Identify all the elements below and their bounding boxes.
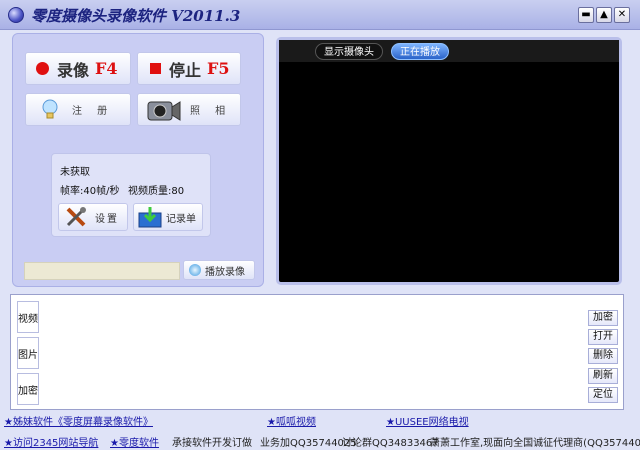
link-guagua-video[interactable]: ★呱呱视频	[267, 413, 316, 428]
side-tab-encrypt[interactable]: 加密	[17, 373, 39, 405]
tab-show-camera[interactable]: 显示摄像头	[315, 43, 383, 60]
locate-button[interactable]: 定位	[588, 387, 618, 403]
record-key-label: F4	[95, 59, 118, 78]
link-uusee[interactable]: ★UUSEE网络电视	[386, 413, 469, 428]
download-icon	[138, 207, 162, 228]
app-logo-icon	[8, 7, 24, 23]
stop-key-label: F5	[207, 59, 230, 78]
play-icon	[189, 264, 201, 276]
link-sister-software[interactable]: ★姊妹软件《零度屏幕录像软件》	[4, 413, 153, 428]
stop-icon	[150, 63, 161, 74]
minimize-button[interactable]: ▬	[578, 7, 594, 23]
link-lingdu-software[interactable]: ★零度软件	[110, 434, 159, 449]
delete-button[interactable]: 删除	[588, 348, 618, 364]
agent-recruit-text: 萧萧工作室,现面向全国诚征代理商(QQ35744025)	[430, 438, 640, 449]
settings-button[interactable]: 设置	[58, 203, 128, 231]
file-list-area[interactable]: 视频 图片 加密	[10, 294, 624, 410]
stop-button[interactable]: 停止 F5	[137, 52, 241, 85]
status-strip	[24, 262, 180, 280]
play-record-button[interactable]: 播放录像	[183, 260, 255, 280]
video-tab-bar: 显示摄像头 正在播放	[279, 40, 619, 62]
info-panel: 未获取 帧率:40帧/秒 视频质量:80 设置 记录单	[51, 153, 211, 237]
record-icon	[36, 62, 49, 75]
discussion-group-text: 讨论群QQ34833467	[342, 438, 439, 449]
encrypt-button[interactable]: 加密	[588, 310, 618, 326]
quality-text: 视频质量:80	[128, 186, 185, 197]
open-button[interactable]: 打开	[588, 329, 618, 345]
settings-label: 设置	[95, 213, 119, 225]
stop-label: 停止	[169, 60, 202, 80]
title-bar: 零度摄像头录像软件 V2011.3 ▬ ▲ ✕	[0, 0, 640, 30]
links-row-2: ★访问2345网站导航 ★零度软件 承接软件开发订做 业务加QQ35744025…	[0, 432, 640, 450]
control-panel: 录像 F4 停止 F5 注 册 照 相 未获取 帧率:40帧/秒 视频质量:80	[12, 33, 264, 287]
frame-rate-text: 帧率:40帧/秒	[60, 186, 120, 197]
video-display[interactable]: 显示摄像头 正在播放	[276, 37, 622, 285]
tab-now-playing[interactable]: 正在播放	[391, 43, 449, 60]
custom-dev-text: 承接软件开发订做	[172, 438, 252, 449]
register-button[interactable]: 注 册	[25, 93, 131, 126]
side-tab-image[interactable]: 图片	[17, 337, 39, 369]
close-button[interactable]: ✕	[614, 7, 630, 23]
photo-label: 照 相	[190, 106, 232, 117]
records-button[interactable]: 记录单	[133, 203, 203, 231]
photo-button[interactable]: 照 相	[137, 93, 241, 126]
maximize-button[interactable]: ▲	[596, 7, 612, 23]
record-label: 录像	[57, 60, 90, 80]
links-row-1: ★姊妹软件《零度屏幕录像软件》 ★呱呱视频 ★UUSEE网络电视	[0, 411, 640, 429]
record-button[interactable]: 录像 F4	[25, 52, 131, 85]
play-record-label: 播放录像	[205, 266, 245, 278]
side-tab-video[interactable]: 视频	[17, 301, 39, 333]
records-label: 记录单	[166, 213, 196, 225]
status-text: 未获取	[60, 167, 90, 178]
tools-icon	[66, 207, 86, 227]
camera-icon	[147, 100, 181, 121]
refresh-button[interactable]: 刷新	[588, 368, 618, 384]
window-title: 零度摄像头录像软件 V2011.3	[31, 7, 241, 25]
link-2345-nav[interactable]: ★访问2345网站导航	[4, 434, 98, 449]
lightbulb-icon	[42, 99, 58, 118]
register-label: 注 册	[72, 106, 114, 117]
